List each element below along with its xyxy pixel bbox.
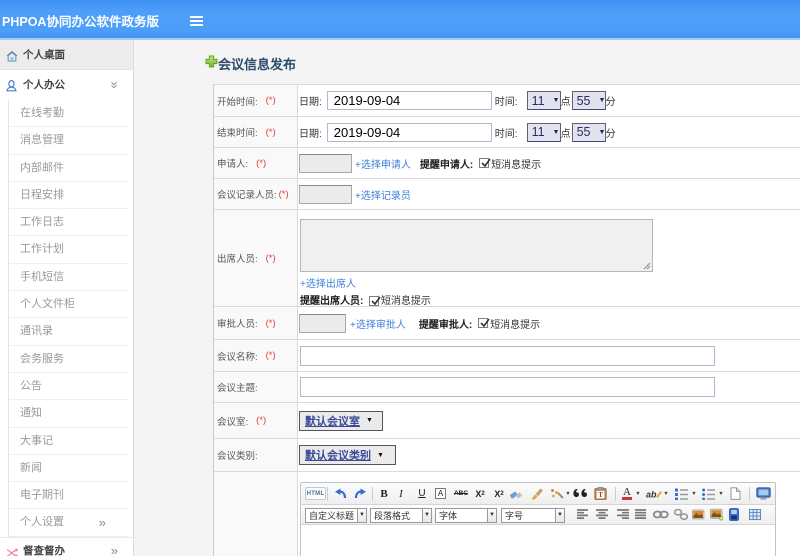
svg-text:ab: ab	[646, 489, 657, 499]
svg-text:T: T	[598, 491, 603, 499]
